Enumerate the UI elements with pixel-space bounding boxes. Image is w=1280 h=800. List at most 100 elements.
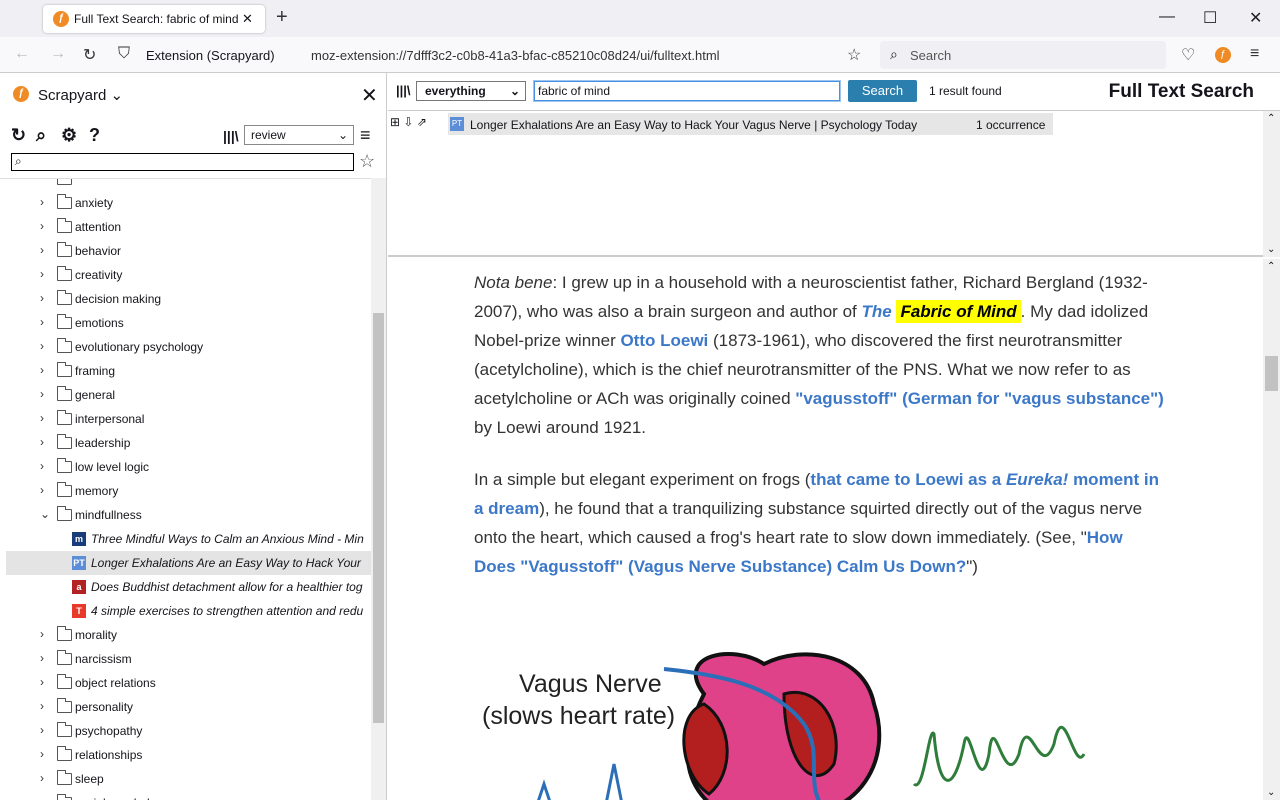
star-icon[interactable]: ☆ <box>359 151 375 172</box>
tree-folder[interactable]: › object relations <box>6 671 371 695</box>
new-tab-icon[interactable]: + <box>276 7 288 27</box>
tree-folder[interactable]: › general <box>6 383 371 407</box>
scrapyard-toolbar-icon[interactable]: ƒ <box>1215 47 1231 63</box>
tree-folder[interactable]: › creativity <box>6 263 371 287</box>
close-tab-icon[interactable]: ✕ <box>242 11 253 27</box>
search-icon[interactable]: ⌕ <box>36 125 46 146</box>
tree-folder[interactable]: › framing <box>6 359 371 383</box>
tree-folder[interactable]: › behavior <box>6 239 371 263</box>
chevron-right-icon[interactable]: › <box>40 243 44 257</box>
shield-icon[interactable]: ⛉ <box>118 45 130 63</box>
chevron-right-icon[interactable]: › <box>40 219 44 233</box>
library-icon[interactable]: |||\ <box>396 83 411 98</box>
tree-folder[interactable]: › social psychology <box>6 791 371 800</box>
tree-folder[interactable]: › interpersonal <box>6 407 371 431</box>
close-sidebar-icon[interactable]: ✕ <box>361 83 378 108</box>
help-icon[interactable]: ? <box>89 125 100 146</box>
minimize-icon[interactable]: — <box>1159 8 1175 26</box>
tree-folder[interactable]: › anxiety <box>6 191 371 215</box>
tree-folder[interactable]: › relationships <box>6 743 371 767</box>
tree-folder[interactable] <box>6 179 371 191</box>
library-icon[interactable]: |||\ <box>223 128 239 144</box>
chevron-right-icon[interactable]: › <box>40 315 44 329</box>
chevron-right-icon[interactable]: › <box>40 267 44 281</box>
chevron-right-icon[interactable]: › <box>40 627 44 641</box>
tree-folder[interactable]: › emotions <box>6 311 371 335</box>
folder-label: mindfullness <box>75 508 142 522</box>
folder-icon <box>57 770 72 785</box>
chevron-right-icon[interactable]: › <box>40 747 44 761</box>
tree-folder[interactable]: › narcissism <box>6 647 371 671</box>
shelf-select[interactable]: review ⌄ <box>244 125 354 145</box>
tree-folder[interactable]: › psychopathy <box>6 719 371 743</box>
back-icon[interactable]: ← <box>14 45 30 63</box>
chevron-right-icon[interactable]: › <box>40 699 44 713</box>
browser-search[interactable]: ⌕ Search <box>880 41 1166 69</box>
chevron-right-icon[interactable]: › <box>40 411 44 425</box>
result-title[interactable]: Longer Exhalations Are an Easy Way to Ha… <box>470 118 917 132</box>
tab-fulltext[interactable]: ƒ Full Text Search: fabric of mind ✕ <box>43 5 265 33</box>
fulltext-query-input[interactable]: fabric of mind <box>534 81 840 101</box>
result-row[interactable]: PT Longer Exhalations Are an Easy Way to… <box>448 113 1053 135</box>
chevron-right-icon[interactable]: › <box>40 675 44 689</box>
link-otto-loewi[interactable]: Otto Loewi <box>620 331 708 350</box>
open-external-icon[interactable]: ⇗ <box>417 115 427 129</box>
refresh-icon[interactable]: ↻ <box>11 125 26 146</box>
tree-folder[interactable]: › evolutionary psychology <box>6 335 371 359</box>
tree-folder[interactable]: › low level logic <box>6 455 371 479</box>
chevron-right-icon[interactable]: › <box>40 291 44 305</box>
chevron-right-icon[interactable]: › <box>40 363 44 377</box>
bookmark-item[interactable]: PT Longer Exhalations Are an Easy Way to … <box>6 551 371 575</box>
chevron-right-icon[interactable]: › <box>40 339 44 353</box>
scope-select[interactable]: everything ⌄ <box>416 81 526 101</box>
chevron-right-icon[interactable]: › <box>40 651 44 665</box>
sidebar-title[interactable]: Scrapyard ⌄ <box>38 86 123 104</box>
chevron-right-icon[interactable]: › <box>40 459 44 473</box>
reload-icon[interactable]: ↻ <box>83 45 96 65</box>
sidebar-scrollbar[interactable] <box>371 178 386 800</box>
search-icon: ⌕ <box>890 46 898 62</box>
sidebar-menu-icon[interactable]: ≡ <box>360 125 371 146</box>
chevron-right-icon[interactable]: › <box>40 483 44 497</box>
tree-folder[interactable]: ⌄ mindfullness <box>6 503 371 527</box>
chevron-right-icon[interactable]: › <box>40 387 44 401</box>
download-icon[interactable]: ⇩ <box>403 115 413 129</box>
settings-icon[interactable]: ⚙ <box>61 125 77 146</box>
chevron-right-icon[interactable]: › <box>40 195 44 209</box>
bookmark-item[interactable]: T 4 simple exercises to strengthen attent… <box>6 599 371 623</box>
pocket-icon[interactable]: ♡ <box>1181 45 1195 65</box>
sidebar-search-input[interactable]: ⌕ <box>11 153 354 171</box>
forward-icon[interactable]: → <box>50 45 66 63</box>
chevron-right-icon[interactable]: › <box>40 723 44 737</box>
url-text[interactable]: moz-extension://7dfff3c2-c0b8-41a3-bfac-… <box>311 48 720 63</box>
search-button[interactable]: Search <box>848 80 917 102</box>
scrapyard-sidebar: ƒ Scrapyard ⌄ ✕ ↻ ⌕ ⚙ ? |||\ ≡ review ⌄ ⌕… <box>0 73 387 800</box>
tree-folder[interactable]: › attention <box>6 215 371 239</box>
menu-icon[interactable]: ≡ <box>1250 45 1259 63</box>
bookmark-star-icon[interactable]: ☆ <box>847 45 861 65</box>
bookmark-item[interactable]: m Three Mindful Ways to Calm an Anxious M… <box>6 527 371 551</box>
folder-icon <box>57 482 72 497</box>
highlight-match[interactable]: Fabric of Mind <box>896 300 1021 323</box>
tree-folder[interactable]: › memory <box>6 479 371 503</box>
link-the[interactable]: The <box>861 302 891 321</box>
tree-folder[interactable]: › personality <box>6 695 371 719</box>
tree-folder[interactable]: › morality <box>6 623 371 647</box>
maximize-icon[interactable]: ☐ <box>1203 8 1217 28</box>
link-vagusstoff[interactable]: "vagusstoff" (German for "vagus substanc… <box>795 389 1164 408</box>
tree-folder[interactable]: › decision making <box>6 287 371 311</box>
tree-icon[interactable]: ⊞ <box>390 115 400 129</box>
figure-label-2: (slows heart rate) <box>482 702 675 730</box>
url-bar[interactable]: Extension (Scrapyard) moz-extension://7d… <box>140 41 870 69</box>
chevron-right-icon[interactable]: › <box>40 435 44 449</box>
tree-folder[interactable]: › sleep <box>6 767 371 791</box>
bookmark-item[interactable]: a Does Buddhist detachment allow for a he… <box>6 575 371 599</box>
close-window-icon[interactable]: ✕ <box>1249 8 1262 28</box>
results-scrollbar[interactable]: ⌃ ⌄ <box>1263 111 1280 257</box>
article-scrollbar[interactable]: ⌃ ⌄ <box>1263 259 1280 800</box>
results-list: ⊞ ⇩ ⇗ PT Longer Exhalations Are an Easy … <box>388 111 1280 257</box>
chevron-right-icon[interactable]: › <box>40 795 44 800</box>
tree-folder[interactable]: › leadership <box>6 431 371 455</box>
chevron-right-icon[interactable]: › <box>40 771 44 785</box>
chevron-down-icon[interactable]: ⌄ <box>40 507 50 521</box>
